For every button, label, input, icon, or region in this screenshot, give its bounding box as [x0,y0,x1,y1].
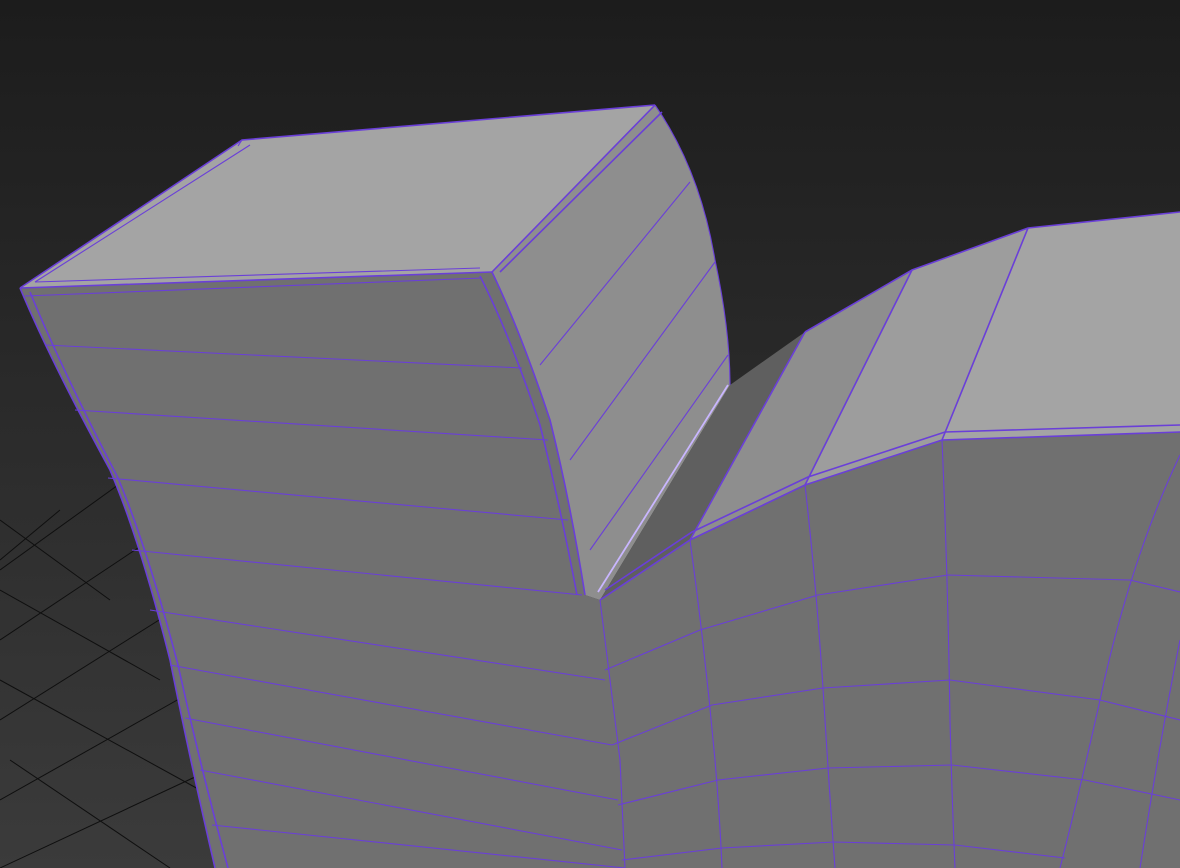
3d-viewport[interactable] [0,0,1180,868]
viewport-canvas[interactable] [0,0,1180,868]
